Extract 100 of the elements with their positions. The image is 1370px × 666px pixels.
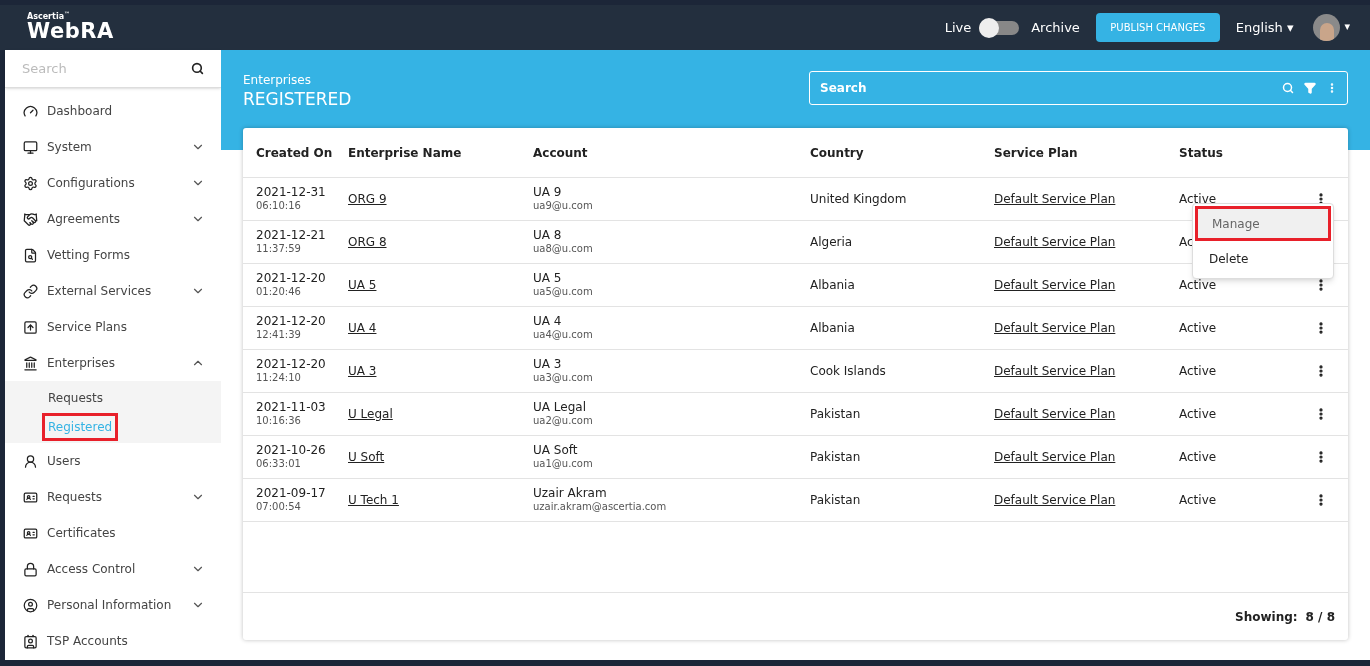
sidebar-item[interactable]: Access Control bbox=[5, 551, 221, 587]
enterprise-link[interactable]: UA 3 bbox=[348, 364, 377, 378]
date-cell-text: 2021-10-26 bbox=[256, 443, 327, 459]
column-header: Service Plan bbox=[994, 144, 1079, 162]
status-cell: Active bbox=[1179, 364, 1217, 378]
document-icon bbox=[23, 247, 38, 263]
column-header: Created On bbox=[255, 144, 334, 162]
enterprise-link[interactable]: ORG 9 bbox=[348, 192, 387, 206]
sidebar-item[interactable]: Dashboard bbox=[5, 93, 221, 129]
email-cell-text: uzair.akram@ascertia.com bbox=[533, 501, 668, 514]
account-cell-text: Uzair Akram bbox=[533, 486, 608, 502]
service-plan-link[interactable]: Default Service Plan bbox=[994, 235, 1116, 249]
country-cell-text: Pakistan bbox=[810, 492, 862, 509]
status-cell: Active bbox=[1179, 192, 1217, 206]
brand-logo: WebRA bbox=[27, 21, 114, 42]
upload-icon bbox=[23, 319, 38, 335]
date-cell-text: 2021-12-21 bbox=[256, 228, 327, 244]
time-cell-text: 11:24:10 bbox=[256, 372, 302, 385]
date-cell-text: 2021-12-20 bbox=[256, 314, 327, 330]
bank-icon bbox=[23, 355, 38, 371]
menu-item[interactable]: Delete bbox=[1195, 241, 1331, 276]
sidebar-item[interactable]: Enterprises bbox=[5, 345, 221, 381]
email-cell-text: ua1@u.com bbox=[533, 458, 594, 471]
email-cell-text: ua8@u.com bbox=[533, 243, 594, 256]
status-cell: Active bbox=[1179, 278, 1217, 292]
showing-label: Showing: bbox=[1235, 608, 1298, 626]
sidebar-item[interactable]: Requests bbox=[5, 479, 221, 515]
link-icon bbox=[23, 283, 38, 299]
account-cell-text: UA 5 bbox=[533, 271, 563, 287]
sidebar-item[interactable]: Agreements bbox=[5, 201, 221, 237]
service-plan-link[interactable]: Default Service Plan bbox=[994, 407, 1116, 421]
search-icon[interactable] bbox=[191, 62, 204, 75]
country-cell-text: Albania bbox=[810, 277, 856, 294]
date-cell-text: 2021-11-03 bbox=[256, 400, 327, 416]
enterprise-link[interactable]: UA 5 bbox=[348, 278, 377, 292]
time-cell-text: 07:00:54 bbox=[256, 501, 302, 514]
handshake-icon bbox=[23, 211, 38, 227]
id-card-icon bbox=[23, 633, 38, 649]
time-cell-text: 10:16:36 bbox=[256, 415, 302, 428]
language-dropdown[interactable]: English ▾ bbox=[1235, 17, 1294, 38]
enterprise-link[interactable]: ORG 8 bbox=[348, 235, 387, 249]
status-cell: Active bbox=[1179, 321, 1217, 335]
country-cell-text: Algeria bbox=[810, 234, 854, 251]
menu-item[interactable]: Manage bbox=[1195, 206, 1331, 241]
enterprise-link[interactable]: U Soft bbox=[348, 450, 385, 464]
time-cell-text: 06:33:01 bbox=[256, 458, 302, 471]
account-cell-text: UA Legal bbox=[533, 400, 587, 416]
service-plan-link[interactable]: Default Service Plan bbox=[994, 450, 1116, 464]
live-archive-toggle[interactable] bbox=[979, 20, 1020, 35]
breadcrumb: Enterprises bbox=[243, 72, 312, 89]
country-cell-text: Pakistan bbox=[810, 449, 862, 466]
service-plan-link[interactable]: Default Service Plan bbox=[994, 192, 1116, 206]
sidebar-subitem[interactable]: Requests bbox=[45, 386, 106, 409]
account-cell-text: UA 9 bbox=[533, 185, 563, 201]
time-cell-text: 12:41:39 bbox=[256, 329, 302, 342]
column-header: Status bbox=[1179, 144, 1224, 162]
live-label: Live bbox=[944, 18, 972, 37]
status-cell: Active bbox=[1179, 450, 1217, 464]
date-cell-text: 2021-12-20 bbox=[256, 271, 327, 287]
id-card-icon bbox=[23, 525, 38, 541]
country-cell-text: Cook Islands bbox=[810, 363, 887, 380]
status-cell: Ac bbox=[1179, 235, 1194, 249]
country-cell-text: United Kingdom bbox=[810, 191, 908, 208]
enterprise-link[interactable]: UA 4 bbox=[348, 321, 377, 335]
sidebar-item[interactable]: Configurations bbox=[5, 165, 221, 201]
sidebar-item[interactable]: Vetting Forms bbox=[5, 237, 221, 273]
service-plan-link[interactable]: Default Service Plan bbox=[994, 321, 1116, 335]
sidebar-search-field[interactable]: Search bbox=[22, 58, 191, 79]
avatar-caret[interactable]: ▾ bbox=[1344, 19, 1350, 36]
status-cell: Active bbox=[1179, 407, 1217, 421]
sidebar-item[interactable]: Users bbox=[5, 443, 221, 479]
column-header: Account bbox=[533, 144, 589, 162]
page-title: REGISTERED bbox=[243, 89, 352, 111]
sidebar-item[interactable]: Personal Information bbox=[5, 587, 221, 623]
card-icon bbox=[23, 489, 38, 505]
account-cell-text: UA 8 bbox=[533, 228, 563, 244]
service-plan-link[interactable]: Default Service Plan bbox=[994, 364, 1116, 378]
service-plan-link[interactable]: Default Service Plan bbox=[994, 278, 1116, 292]
column-header: Country bbox=[810, 144, 865, 162]
lock-icon bbox=[23, 561, 38, 577]
email-cell-text: ua9@u.com bbox=[533, 200, 594, 213]
status-cell: Active bbox=[1179, 493, 1217, 507]
email-cell-text: ua5@u.com bbox=[533, 286, 594, 299]
sidebar-item[interactable]: Certificates bbox=[5, 515, 221, 551]
time-cell-text: 01:20:46 bbox=[256, 286, 302, 299]
time-cell-text: 11:37:59 bbox=[256, 243, 302, 256]
user-circle-icon bbox=[23, 597, 38, 613]
sidebar-item[interactable]: External Services bbox=[5, 273, 221, 309]
sidebar-item[interactable]: System bbox=[5, 129, 221, 165]
account-cell-text: UA 3 bbox=[533, 357, 563, 373]
avatar[interactable] bbox=[1313, 14, 1341, 41]
country-cell-text: Albania bbox=[810, 320, 856, 337]
email-cell-text: ua2@u.com bbox=[533, 415, 594, 428]
sidebar-item[interactable]: Service Plans bbox=[5, 309, 221, 345]
enterprise-link[interactable]: U Tech 1 bbox=[348, 493, 399, 507]
service-plan-link[interactable]: Default Service Plan bbox=[994, 493, 1116, 507]
enterprise-link[interactable]: U Legal bbox=[348, 407, 393, 421]
brand-tagline: Ascertia$^{™}$ bbox=[27, 13, 72, 21]
sidebar-item[interactable]: TSP Accounts bbox=[5, 623, 221, 659]
email-cell-text: ua3@u.com bbox=[533, 372, 594, 385]
